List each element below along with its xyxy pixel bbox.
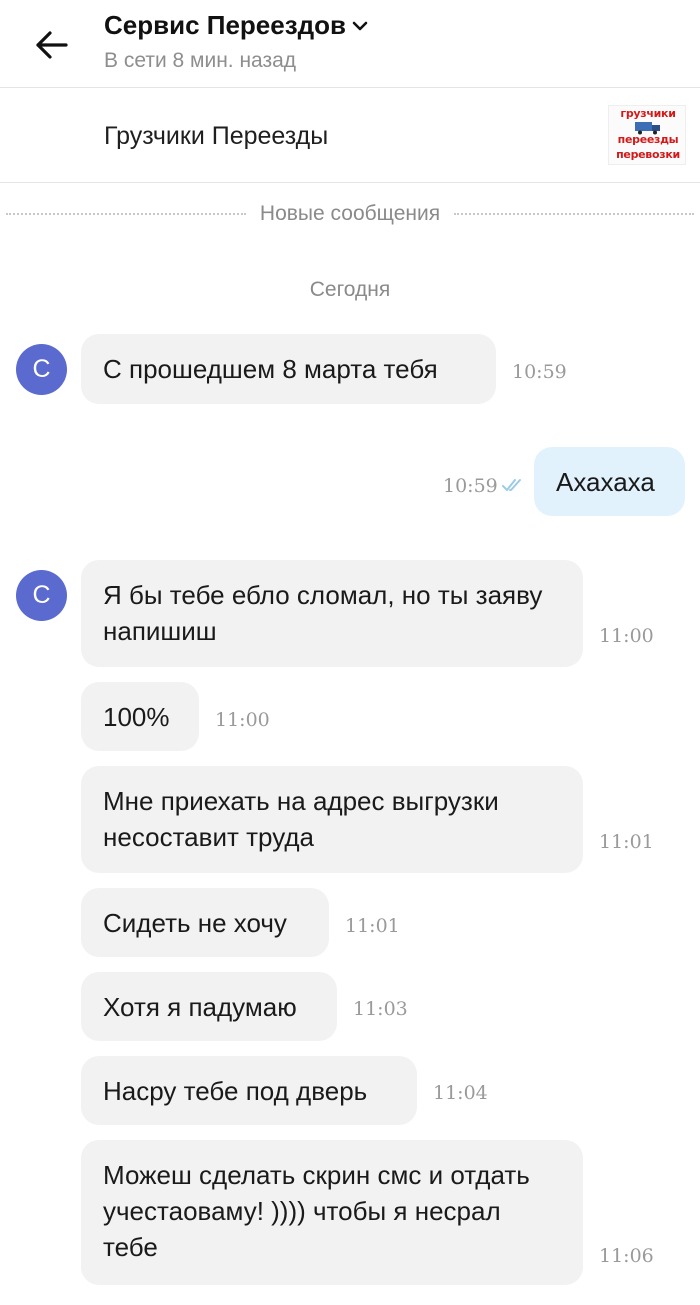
message-time: 10:59: [443, 475, 498, 497]
chat-title-block[interactable]: Сервис Переездов В сети 8 мин. назад: [104, 10, 368, 73]
message-time: 11:01: [345, 915, 400, 937]
back-button[interactable]: [30, 24, 72, 66]
message-time: 11:01: [599, 831, 654, 853]
divider-line: [6, 213, 246, 215]
message-time: 11:00: [215, 709, 270, 731]
message-bubble-incoming[interactable]: Сидеть не хочу: [81, 888, 329, 957]
message-bubble-incoming[interactable]: Мне приехать на адрес выгрузки несостави…: [81, 766, 583, 873]
message-time: 11:03: [353, 998, 408, 1020]
message-text: Насру тебе под дверь: [103, 1076, 368, 1106]
new-messages-divider: Новые сообщения: [0, 202, 700, 226]
date-separator: Сегодня: [309, 278, 391, 301]
thumbnail-text: перевозки: [616, 148, 680, 161]
message-time: 10:59: [512, 361, 567, 383]
chat-header: Сервис Переездов В сети 8 мин. назад: [0, 0, 700, 88]
arrow-left-icon: [36, 31, 68, 59]
online-status: В сети 8 мин. назад: [104, 49, 297, 72]
message-text: Сидеть не хочу: [103, 908, 287, 938]
message-bubble-incoming[interactable]: Я бы тебе ебло сломал, но ты заяву напиш…: [81, 560, 583, 667]
new-messages-label: Новые сообщения: [259, 202, 441, 225]
chat-title[interactable]: Сервис Переездов: [104, 10, 368, 41]
message-text: Я бы тебе ебло сломал, но ты заяву напиш…: [103, 580, 543, 646]
message-bubble-incoming[interactable]: Насру тебе под дверь: [81, 1056, 417, 1125]
divider-line: [454, 213, 694, 215]
listing-card[interactable]: Грузчики Переезды грузчики переезды пере…: [0, 89, 700, 183]
message-time: 11:06: [599, 1245, 654, 1267]
message-bubble-outgoing[interactable]: Ахахаха: [534, 447, 685, 516]
message-bubble-incoming[interactable]: 100%: [81, 682, 199, 751]
message-time: 11:00: [599, 625, 654, 647]
thumbnail-text: грузчики: [620, 107, 676, 120]
message-text: Мне приехать на адрес выгрузки несостави…: [103, 786, 499, 852]
thumbnail-text: переезды: [617, 133, 679, 146]
avatar[interactable]: С: [16, 570, 67, 621]
listing-title: Грузчики Переезды: [104, 122, 329, 150]
message-text: С прошедшем 8 марта тебя: [103, 354, 438, 384]
message-text: Хотя я падумаю: [103, 992, 297, 1022]
double-check-icon: [502, 479, 521, 491]
message-bubble-incoming[interactable]: С прошедшем 8 марта тебя: [81, 334, 496, 404]
message-time: 11:04: [433, 1082, 488, 1104]
chevron-down-icon: [352, 21, 368, 30]
message-text: 100%: [103, 702, 170, 732]
chat-title-text: Сервис Переездов: [104, 10, 347, 40]
message-bubble-incoming[interactable]: Хотя я падумаю: [81, 972, 337, 1041]
message-text: Можеш сделать скрин смс и отдать учестао…: [103, 1160, 530, 1262]
message-bubble-incoming[interactable]: Можеш сделать скрин смс и отдать учестао…: [81, 1140, 583, 1285]
message-text: Ахахаха: [556, 467, 655, 497]
avatar[interactable]: С: [16, 344, 67, 395]
listing-thumbnail[interactable]: грузчики переезды перевозки: [608, 105, 686, 165]
